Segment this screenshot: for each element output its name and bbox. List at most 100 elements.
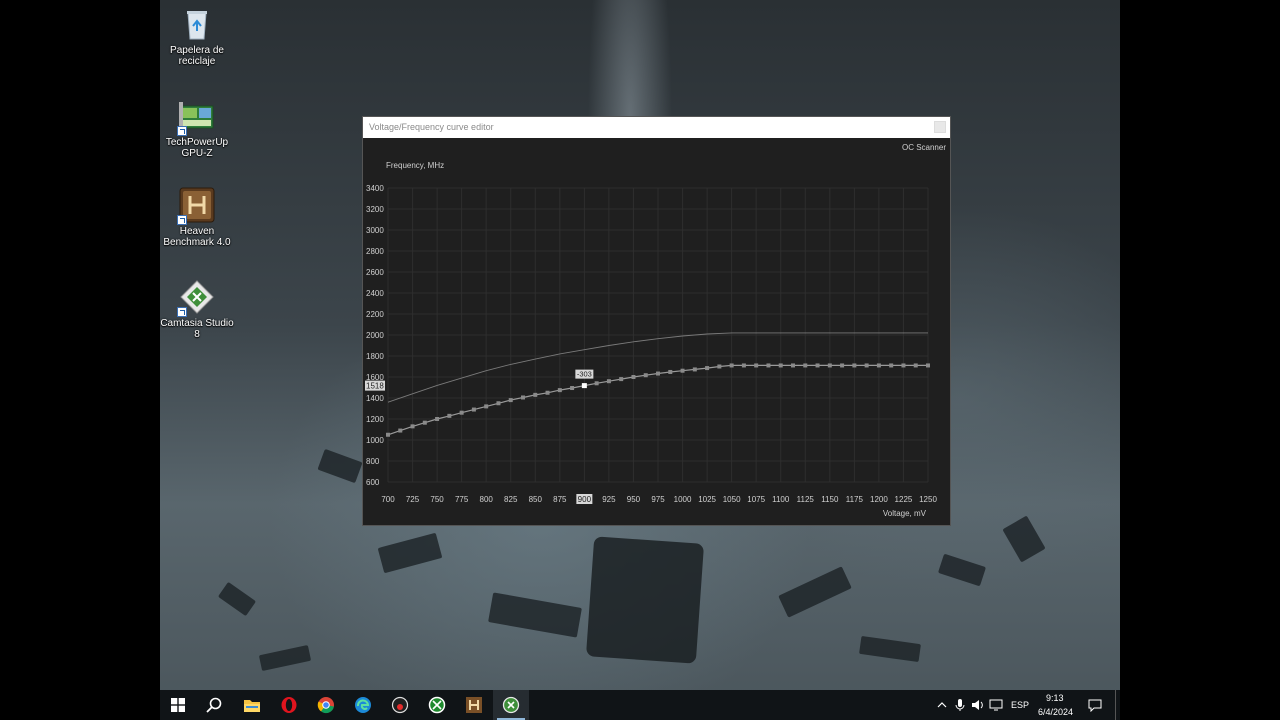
curve-point-handle[interactable] — [680, 368, 685, 373]
y-tick-label: 600 — [366, 478, 380, 487]
curve-point-handle[interactable] — [840, 363, 845, 368]
curve-point-handle[interactable] — [705, 366, 710, 371]
curve-point-handle[interactable] — [521, 395, 525, 400]
curve-point-handle[interactable] — [386, 432, 390, 437]
curve-point-handle[interactable] — [643, 373, 648, 378]
desktop: Papelera de reciclaje TechPowerUp GPU-Z … — [160, 0, 1120, 720]
curve-point-handle[interactable] — [594, 381, 599, 386]
curve-point-handle[interactable] — [876, 363, 881, 368]
search-button[interactable] — [196, 690, 232, 720]
search-icon — [206, 697, 222, 713]
taskbar-heaven[interactable] — [456, 690, 492, 720]
taskbar-app-circle[interactable] — [382, 690, 418, 720]
curve-point-handle[interactable] — [471, 407, 476, 412]
clock-date[interactable]: 6/4/2024 — [1038, 707, 1073, 717]
desktop-icon-camtasia[interactable]: Camtasia Studio 8 — [160, 279, 234, 340]
curve-point-handle[interactable] — [889, 363, 894, 368]
network-icon — [989, 699, 1003, 711]
x-tick-label: 750 — [430, 495, 444, 504]
y-tick-label: 2200 — [366, 310, 384, 319]
curve-editor-window[interactable]: Voltage/Frequency curve editor OC Scanne… — [362, 116, 951, 526]
curve-point-handle[interactable] — [778, 363, 783, 368]
curve-point-handle[interactable] — [791, 363, 795, 368]
curve-point-handle[interactable] — [484, 404, 489, 409]
curve-point-handle[interactable] — [435, 417, 440, 421]
curve-point-handle[interactable] — [656, 371, 660, 376]
freq-readout: 1518 — [366, 382, 384, 391]
curve-point-handle[interactable] — [545, 390, 550, 395]
desktop-icon-heaven[interactable]: Heaven Benchmark 4.0 — [160, 187, 234, 248]
tray-network[interactable] — [988, 690, 1004, 720]
taskbar-chrome[interactable] — [308, 690, 344, 720]
tray-volume[interactable] — [970, 690, 986, 720]
curve-point-handle[interactable] — [398, 428, 403, 433]
input-language[interactable]: ESP — [1011, 700, 1029, 710]
curve-point-handle[interactable] — [619, 377, 624, 382]
curve-point-handle[interactable] — [754, 363, 759, 368]
curve-point-handle[interactable] — [668, 369, 673, 374]
curve-point-handle[interactable] — [864, 363, 869, 368]
show-desktop-divider[interactable] — [1115, 690, 1116, 720]
wallpaper-spire — [585, 536, 705, 664]
curve-point-handle[interactable] — [741, 363, 746, 368]
taskbar-xbox[interactable] — [419, 690, 455, 720]
xbox-icon — [428, 696, 446, 714]
curve-point-handle[interactable] — [410, 424, 415, 429]
curve-point-handle[interactable] — [827, 363, 832, 368]
curve-point-handle[interactable] — [803, 363, 808, 368]
curve-point-handle[interactable] — [570, 386, 575, 391]
curve-point-handle[interactable] — [852, 363, 857, 368]
curve-point-handle[interactable] — [533, 392, 538, 397]
curve-point-handle[interactable] — [901, 363, 906, 368]
curve-point-handle[interactable] — [815, 363, 820, 368]
y-tick-label: 1000 — [366, 436, 384, 445]
y-tick-label: 1200 — [366, 415, 384, 424]
curve-point-handle[interactable] — [717, 364, 722, 369]
curve-point-handle[interactable] — [606, 379, 611, 384]
shortcut-arrow-icon — [177, 126, 187, 136]
curve-point-handle[interactable] — [631, 375, 636, 379]
tray-overflow-button[interactable] — [934, 690, 950, 720]
x-tick-label: 1050 — [723, 495, 741, 504]
curve-point-handle[interactable] — [926, 363, 930, 368]
clock-time[interactable]: 9:13 — [1046, 693, 1064, 703]
x-tick-label: 1075 — [747, 495, 765, 504]
heaven-icon — [466, 697, 482, 713]
recycle-bin-icon — [179, 6, 215, 42]
tray-mic[interactable] — [952, 690, 968, 720]
taskbar-file-explorer[interactable] — [234, 690, 270, 720]
curve-point-handle[interactable] — [913, 363, 918, 368]
start-button[interactable] — [160, 690, 196, 720]
edge-icon — [355, 697, 371, 713]
window-titlebar[interactable]: Voltage/Frequency curve editor — [363, 117, 950, 139]
curve-point-handle[interactable] — [459, 410, 464, 415]
curve-point-handle[interactable] — [508, 398, 513, 403]
curve-point-handle[interactable] — [447, 413, 452, 418]
vf-curve-chart[interactable]: OC Scanner Frequency, MHz Voltage, mV 70… — [363, 138, 950, 525]
selected-point-marker[interactable] — [581, 383, 587, 389]
curve-point-handle[interactable] — [766, 363, 771, 368]
desktop-icon-label: Camtasia Studio 8 — [160, 318, 234, 340]
window-close-button[interactable] — [934, 121, 946, 133]
x-tick-label: 1200 — [870, 495, 888, 504]
curve-chart-area[interactable]: OC Scanner Frequency, MHz Voltage, mV 70… — [363, 138, 950, 525]
desktop-icon-gpuz[interactable]: TechPowerUp GPU-Z — [160, 98, 234, 159]
shortcut-arrow-icon — [177, 307, 187, 317]
curve-point-handle[interactable] — [422, 420, 427, 425]
curve-point-handle[interactable] — [557, 388, 562, 393]
wallpaper-rock — [258, 644, 312, 672]
notification-center-button[interactable] — [1084, 690, 1106, 720]
curve-point-handle[interactable] — [729, 363, 734, 368]
y-tick-label: 800 — [366, 457, 380, 466]
desktop-icon-recycle-bin[interactable]: Papelera de reciclaje — [160, 6, 234, 67]
taskbar-camtasia[interactable] — [493, 690, 529, 720]
curve-point-handle[interactable] — [692, 367, 697, 372]
oc-scanner-button[interactable]: OC Scanner — [902, 143, 946, 152]
x-tick-label: 1025 — [698, 495, 716, 504]
gpuz-icon — [177, 98, 215, 136]
taskbar-edge[interactable] — [345, 690, 381, 720]
taskbar-opera[interactable] — [271, 690, 307, 720]
chart-grid — [387, 187, 929, 483]
curve-point-handle[interactable] — [496, 401, 501, 406]
x-tick-label: 800 — [480, 495, 494, 504]
